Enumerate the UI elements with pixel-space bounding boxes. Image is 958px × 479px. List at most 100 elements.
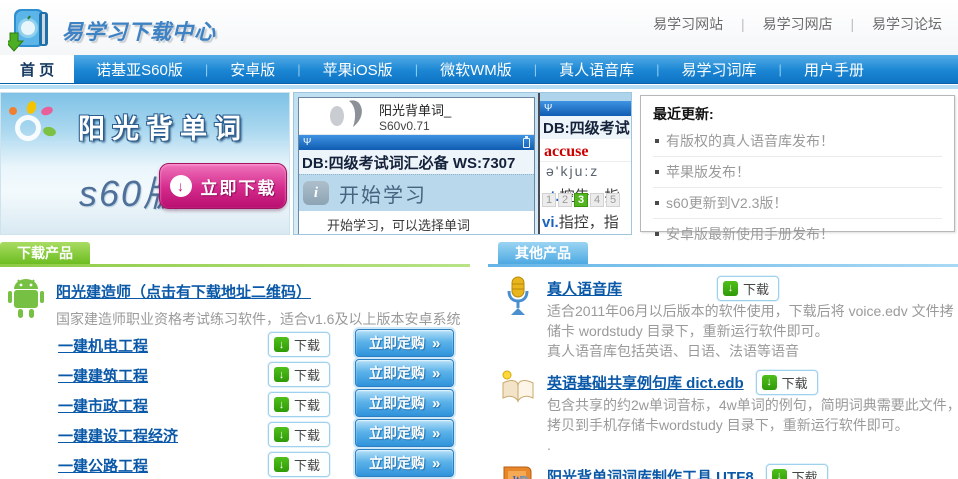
bullet-icon <box>655 201 659 205</box>
download-icon: ↓ <box>723 281 738 296</box>
app-screenshots: 阳光背单词_ S60v0.71 Ψ DB:四级考试词汇必备 WS:7307 i … <box>293 92 632 235</box>
order-button[interactable]: 立即定购» <box>355 359 454 387</box>
link-forum[interactable]: 易学习论坛 <box>872 16 942 32</box>
other-product-desc: 拷贝到手机存储卡wordstudy 目录下，重新运行软件即可。 <box>547 415 958 435</box>
top-links: 易学习网站 | 易学习网店 | 易学习论坛 <box>653 14 942 34</box>
antenna-icon: Ψ <box>544 104 552 114</box>
featured-product: 阳光建造师（点击有下载地址二维码） 国家建造师职业资格考试练习软件，适合v1.6… <box>6 275 470 329</box>
bullet-icon <box>655 139 659 143</box>
other-product-desc: 包含共享的约2w单词音标，4w单词的例句，简明词典需要此文件，下 <box>547 395 958 415</box>
microphone-icon <box>498 275 538 361</box>
other-item-voice: 真人语音库 ↓下载 适合2011年06月以后版本的软件使用，下载后将 voice… <box>498 275 958 361</box>
s60-banner: 阳光背单词 s60版 ↓ 立即下载 <box>0 92 290 235</box>
featured-product-link[interactable]: 阳光建造师（点击有下载地址二维码） <box>56 281 311 302</box>
site-logo[interactable]: 易学习下载中心 <box>8 3 216 58</box>
nav-voice[interactable]: 真人语音库 <box>537 55 656 83</box>
info-icon: i <box>303 181 329 205</box>
download-arrow-icon: ↓ <box>170 175 192 197</box>
download-button[interactable]: ↓下载 <box>766 464 828 479</box>
download-icon: ↓ <box>274 397 289 412</box>
menu-item-selected: i 开始学习 <box>299 174 534 211</box>
phone-status-bar: Ψ <box>299 135 534 150</box>
sky-strip <box>540 93 632 101</box>
product-link[interactable]: 一建建设工程经济 <box>58 425 178 446</box>
banner-download-label: 立即下载 <box>201 174 277 199</box>
nav-manual[interactable]: 用户手册 <box>782 55 886 83</box>
download-button[interactable]: ↓下载 <box>268 452 330 477</box>
others-tab-underline <box>488 264 958 267</box>
other-product-desc: 储卡 wordstudy 目录下，重新运行软件即可。 <box>547 321 958 341</box>
nav-ios[interactable]: 苹果iOS版 <box>301 55 415 83</box>
page-dot-2[interactable]: 2 <box>558 193 572 207</box>
nav-wm[interactable]: 微软WM版 <box>418 55 534 83</box>
download-icon: ↓ <box>274 427 289 442</box>
divider: | <box>741 16 745 32</box>
order-button[interactable]: 立即定购» <box>355 329 454 357</box>
other-product-link[interactable]: 阳光背单词词库制作工具 UTF8 <box>547 466 754 479</box>
product-row: 一建公路工程 ↓下载 立即定购» <box>0 449 470 479</box>
other-product-link[interactable]: 英语基础共享例句库 dict.edb <box>547 372 744 393</box>
other-product-desc: 适合2011年06月以后版本的软件使用，下载后将 voice.edv 文件拷 <box>547 301 958 321</box>
word-headword: accuse <box>540 139 632 161</box>
nav-dict[interactable]: 易学习词库 <box>660 55 779 83</box>
example-book-icon <box>498 369 538 455</box>
battery-icon <box>523 138 530 148</box>
header: 易学习下载中心 易学习网站 | 易学习网店 | 易学习论坛 <box>0 0 958 55</box>
page-dot-1[interactable]: 1 <box>542 193 556 207</box>
screenshot-main-menu: 阳光背单词_ S60v0.71 Ψ DB:四级考试词汇必备 WS:7307 i … <box>298 97 535 235</box>
other-product-desc: . <box>547 435 958 455</box>
order-button[interactable]: 立即定购» <box>355 419 454 447</box>
featured-product-desc: 国家建造师职业资格考试练习软件，适合v1.6及以上版本安卓系统 <box>56 309 460 329</box>
banner-title: 阳光背单词 <box>1 107 289 146</box>
downloads-section: 下载产品 阳光建造师（点击有下载地址二维码） 国家建造师职业资格考试练 <box>0 242 470 479</box>
link-store[interactable]: 易学习网店 <box>763 16 833 32</box>
chevron-right-icon: » <box>432 425 440 442</box>
other-product-link[interactable]: 真人语音库 <box>547 278 622 299</box>
app-about-header: 阳光背单词_ S60v0.71 <box>299 98 534 135</box>
nav-bottom-strip <box>0 85 958 89</box>
other-product-desc: 真人语音库包括英语、日语、法语等语音 <box>547 341 958 361</box>
bullet-icon <box>655 170 659 174</box>
downloads-tab-underline <box>0 264 470 267</box>
nav-s60[interactable]: 诺基亚S60版 <box>74 55 205 83</box>
chevron-right-icon: » <box>432 335 440 352</box>
word-meaning-vi: vi.指控，指 <box>540 206 632 232</box>
chevron-right-icon: » <box>432 455 440 472</box>
product-link[interactable]: 一建公路工程 <box>58 455 148 476</box>
download-icon: ↓ <box>274 457 289 472</box>
download-button[interactable]: ↓下载 <box>756 370 818 395</box>
product-link[interactable]: 一建机电工程 <box>58 335 148 356</box>
download-button[interactable]: ↓下载 <box>268 422 330 447</box>
nav-android[interactable]: 安卓版 <box>208 55 297 83</box>
db-status-line: DB:四级考试 <box>540 116 632 139</box>
others-tab: 其他产品 <box>498 242 588 264</box>
update-item[interactable]: 苹果版发布！ <box>653 157 942 188</box>
others-section: 其他产品 真人语音库 ↓下载 适合2011年06月以后版本的软件使用，下载后 <box>488 242 958 479</box>
page-dot-3-active[interactable]: 3 <box>574 193 588 207</box>
download-button[interactable]: ↓下载 <box>717 276 779 301</box>
download-icon: ↓ <box>772 469 787 479</box>
page-dot-5[interactable]: 5 <box>606 193 620 207</box>
update-item[interactable]: s60更新到V2.3版！ <box>653 188 942 219</box>
page-dot-4[interactable]: 4 <box>590 193 604 207</box>
product-link[interactable]: 一建建筑工程 <box>58 365 148 386</box>
nav-home[interactable]: 首 页 <box>0 55 74 83</box>
app-name: 阳光背单词_ <box>379 100 451 119</box>
android-icon <box>6 275 46 329</box>
banner-pagination: 1 2 3 4 5 <box>542 193 620 207</box>
chevron-right-icon: » <box>432 365 440 382</box>
order-button[interactable]: 立即定购» <box>355 449 454 477</box>
download-button[interactable]: ↓下载 <box>268 392 330 417</box>
download-icon: ↓ <box>274 337 289 352</box>
product-link[interactable]: 一建市政工程 <box>58 395 148 416</box>
download-button[interactable]: ↓下载 <box>268 332 330 357</box>
update-item[interactable]: 有版权的真人语音库发布！ <box>653 126 942 157</box>
other-item-examples: 英语基础共享例句库 dict.edb ↓下载 包含共享的约2w单词音标，4w单词… <box>498 369 958 455</box>
banner-download-button[interactable]: ↓ 立即下载 <box>159 163 287 209</box>
download-button[interactable]: ↓下载 <box>268 362 330 387</box>
order-button[interactable]: 立即定购» <box>355 389 454 417</box>
recent-updates-box: 最近更新: 有版权的真人语音库发布！ 苹果版发布！ s60更新到V2.3版！ 安… <box>640 95 955 232</box>
other-item-dict-tool: W 阳光背单词词库制作工具 UTF8 ↓下载 <box>498 463 958 479</box>
link-website[interactable]: 易学习网站 <box>653 16 723 32</box>
product-row: 一建市政工程 ↓下载 立即定购» <box>0 389 470 419</box>
